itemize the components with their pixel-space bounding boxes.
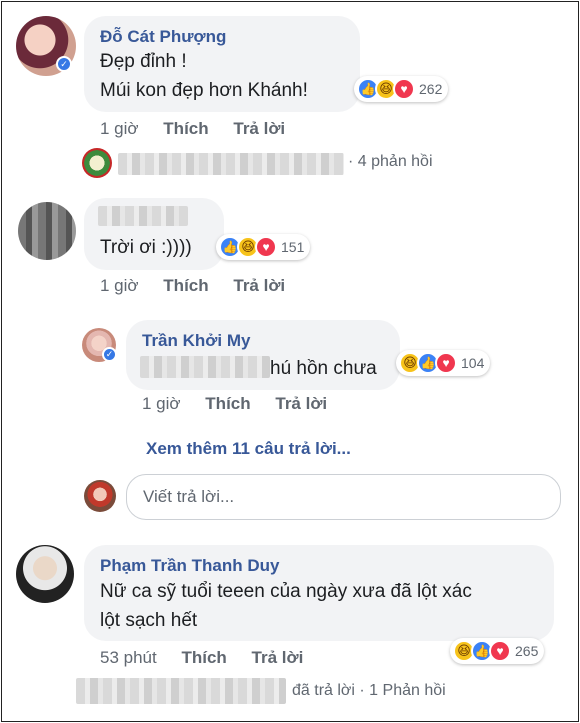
blurred-name (76, 678, 286, 704)
like-button[interactable]: Thích (205, 394, 250, 414)
replies-summary[interactable]: đã trả lời · 1 Phản hồi (292, 682, 446, 700)
comment-text: Múi kon đẹp hơn Khánh! (100, 80, 308, 101)
verified-badge-icon: ✓ (102, 347, 117, 362)
love-reaction-icon: ♥ (393, 78, 415, 100)
comment-author[interactable]: Trần Khởi My (142, 331, 250, 351)
love-reaction-icon: ♥ (489, 640, 511, 662)
reply-button[interactable]: Trả lời (233, 276, 285, 296)
comment-time[interactable]: 1 giờ (100, 119, 139, 139)
blurred-name (118, 153, 344, 175)
avatar[interactable] (18, 202, 76, 260)
view-more-replies-link[interactable]: Xem thêm 11 câu trả lời... (146, 439, 351, 459)
comment-time[interactable]: 1 giờ (142, 394, 181, 414)
comment-text: Đẹp đỉnh ! (100, 51, 187, 72)
comment-meta: 53 phút Thích Trả lời (100, 648, 323, 668)
comment-author[interactable]: Phạm Trần Thanh Duy (100, 556, 279, 576)
reactions-summary[interactable]: 😆 👍 ♥ 265 (450, 638, 545, 664)
avatar (84, 480, 116, 512)
blurred-text (140, 356, 270, 378)
verified-badge-icon: ✓ (56, 56, 72, 72)
comment-text: hú hồn chưa (270, 358, 377, 379)
comment-time[interactable]: 1 giờ (100, 276, 139, 296)
reaction-count: 265 (515, 643, 539, 659)
avatar (82, 148, 112, 178)
reply-button[interactable]: Trả lời (252, 648, 304, 668)
comment-meta: 1 giờ Thích Trả lời (100, 276, 305, 296)
avatar[interactable] (16, 545, 74, 603)
reaction-count: 151 (281, 239, 305, 255)
comment-text: Nữ ca sỹ tuổi teeen của ngày xưa đã lột … (100, 581, 472, 602)
like-button[interactable]: Thích (163, 276, 208, 296)
reaction-count: 104 (461, 355, 485, 371)
comment-meta: 1 giờ Thích Trả lời (100, 119, 305, 139)
replies-summary[interactable]: · 4 phản hồi (348, 153, 433, 171)
comment-time[interactable]: 53 phút (100, 648, 157, 668)
reaction-count: 262 (419, 81, 443, 97)
comment-text: lột sạch hết (100, 610, 198, 631)
love-reaction-icon: ♥ (435, 352, 457, 374)
comment-thread: ✓ Đỗ Cát Phượng Đẹp đỉnh ! Múi kon đẹp h… (1, 1, 579, 722)
comment-meta: 1 giờ Thích Trả lời (142, 394, 347, 414)
like-button[interactable]: Thích (181, 648, 226, 668)
reactions-summary[interactable]: 😆 👍 ♥ 104 (396, 350, 491, 376)
comment-author[interactable]: Đỗ Cát Phượng (100, 27, 226, 47)
blurred-name (98, 206, 188, 226)
reply-button[interactable]: Trả lời (233, 119, 285, 139)
reactions-summary[interactable]: 👍 😆 ♥ 262 (354, 76, 449, 102)
reply-button[interactable]: Trả lời (275, 394, 327, 414)
like-button[interactable]: Thích (163, 119, 208, 139)
love-reaction-icon: ♥ (255, 236, 277, 258)
reply-input[interactable]: Viết trả lời... (126, 474, 561, 520)
reactions-summary[interactable]: 👍 😆 ♥ 151 (216, 234, 311, 260)
comment-text: Trời ơi :)))) (100, 237, 192, 258)
